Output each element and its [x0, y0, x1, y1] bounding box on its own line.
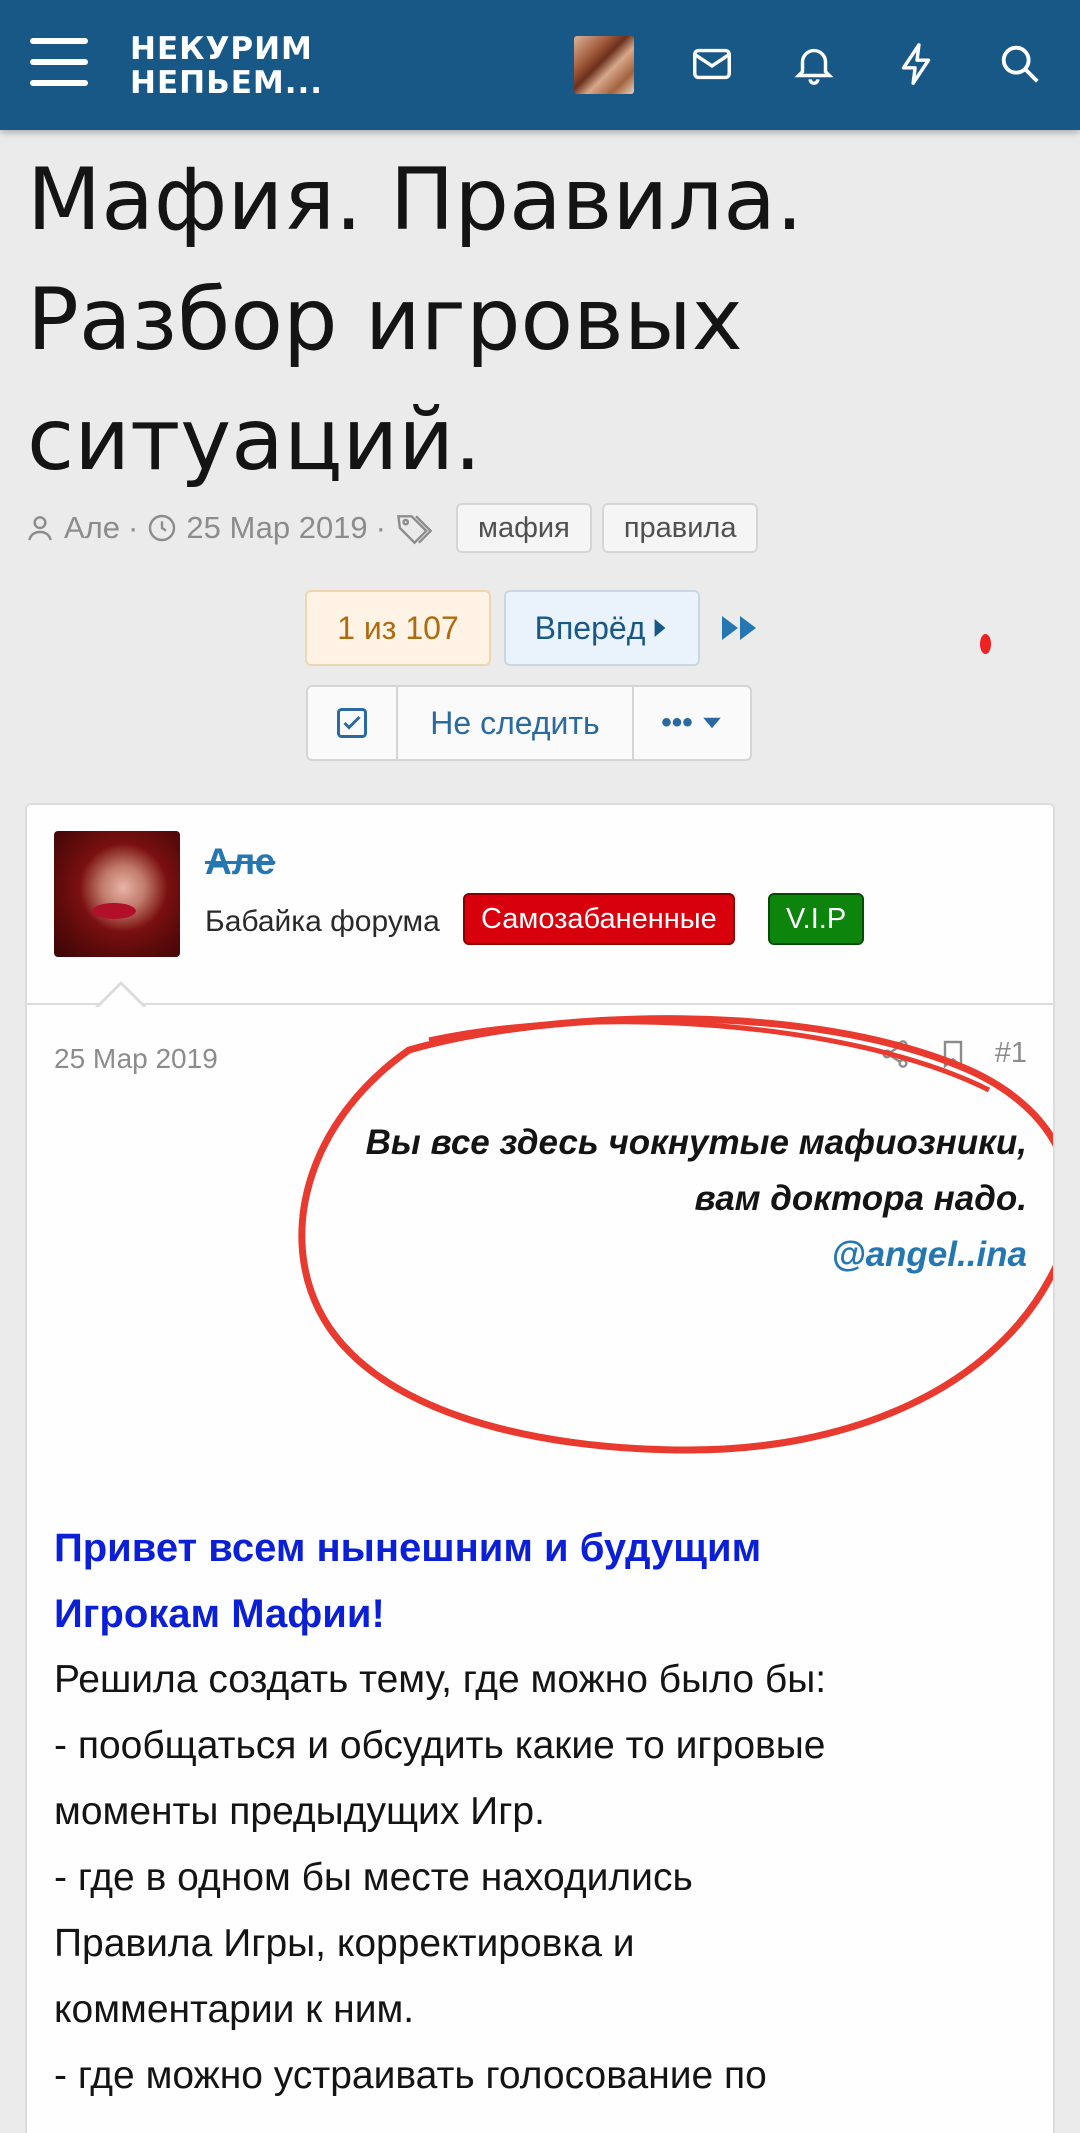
thread-date[interactable]: 25 Мар 2019	[186, 510, 367, 546]
avatar[interactable]	[574, 36, 634, 94]
page-next-button[interactable]: Вперёд	[504, 590, 700, 666]
post: Але Бабайка форума Самозабаненные V.I.P …	[25, 803, 1055, 2133]
quote-line-1: Вы все здесь чокнутые мафиозники,	[365, 1123, 1027, 1162]
more-options-button[interactable]: •••	[634, 687, 750, 759]
body-line: - пообщаться и обсудить какие то игровые	[54, 1724, 826, 1767]
select-toggle[interactable]	[308, 687, 398, 759]
post-number[interactable]: #1	[995, 1037, 1027, 1070]
top-bar: НЕКУРИМ НЕПЬЕМ...	[0, 0, 1080, 130]
checkbox-icon	[337, 708, 367, 738]
page-last-button[interactable]	[720, 590, 770, 666]
banner-self-banned: Самозабаненные	[463, 893, 735, 945]
unwatch-button[interactable]: Не следить	[398, 687, 634, 759]
page-next-label: Вперёд	[534, 609, 646, 646]
chevron-down-icon	[703, 717, 721, 729]
body-line: Решила создать тему, где можно было бы:	[54, 1658, 827, 1701]
post-user-bar: Але Бабайка форума Самозабаненные V.I.P	[27, 805, 1053, 1005]
thread-author[interactable]: Але	[64, 510, 120, 546]
user-avatar[interactable]	[54, 831, 180, 957]
post-actions: #1	[879, 1037, 1027, 1070]
quote-line-2: вам доктора надо.	[694, 1179, 1027, 1218]
watch-controls: Не следить •••	[306, 685, 752, 761]
fast-forward-icon	[722, 616, 756, 640]
quote-mention[interactable]: @angel..ina	[366, 1227, 1027, 1283]
bookmark-icon[interactable]	[937, 1038, 969, 1070]
tag-mafia[interactable]: мафия	[456, 503, 592, 553]
more-dots: •••	[661, 706, 693, 739]
greeting-line-2: Игрокам Мафии!	[54, 1592, 385, 1636]
lightning-icon[interactable]	[889, 36, 945, 92]
red-mark	[980, 634, 991, 654]
post-body: Привет всем нынешним и будущим Игрокам М…	[54, 1515, 1034, 2109]
body-line: Правила Игры, корректировка и	[54, 1922, 635, 1965]
tags-icon	[397, 515, 433, 545]
site-logo[interactable]: НЕКУРИМ НЕПЬЕМ...	[130, 32, 323, 100]
body-line: комментарии к ним.	[54, 1988, 415, 2031]
bell-icon[interactable]	[786, 36, 842, 92]
logo-line-1: НЕКУРИМ	[130, 31, 313, 67]
share-icon[interactable]	[879, 1038, 911, 1070]
signature-quote: Вы все здесь чокнутые мафиозники, вам до…	[366, 1115, 1027, 1283]
banner-vip: V.I.P	[768, 893, 865, 945]
greeting-line-1: Привет всем нынешним и будущим	[54, 1526, 762, 1570]
caret-right-icon	[654, 619, 666, 637]
mail-icon[interactable]	[684, 36, 740, 92]
body-line: моменты предыдущих Игр.	[54, 1790, 545, 1833]
thread-meta: Але · 25 Мар 2019 · мафия правила	[24, 502, 759, 554]
menu-icon[interactable]	[30, 38, 88, 90]
post-date[interactable]: 25 Мар 2019	[54, 1043, 218, 1075]
logo-line-2: НЕПЬЕМ...	[130, 65, 324, 101]
user-title: Бабайка форума	[205, 905, 440, 938]
post-username[interactable]: Але	[205, 841, 275, 883]
body-line: - где в одном бы месте находились	[54, 1856, 693, 1899]
user-icon	[28, 516, 52, 541]
search-icon[interactable]	[992, 36, 1048, 92]
page-current[interactable]: 1 из 107	[305, 590, 491, 666]
tag-rules[interactable]: правила	[601, 503, 759, 553]
body-line: - где можно устраивать голосование по	[54, 2054, 767, 2097]
clock-icon	[149, 514, 176, 542]
page-title: Мафия. Правила. Разбор игровых ситуаций.	[27, 150, 804, 490]
